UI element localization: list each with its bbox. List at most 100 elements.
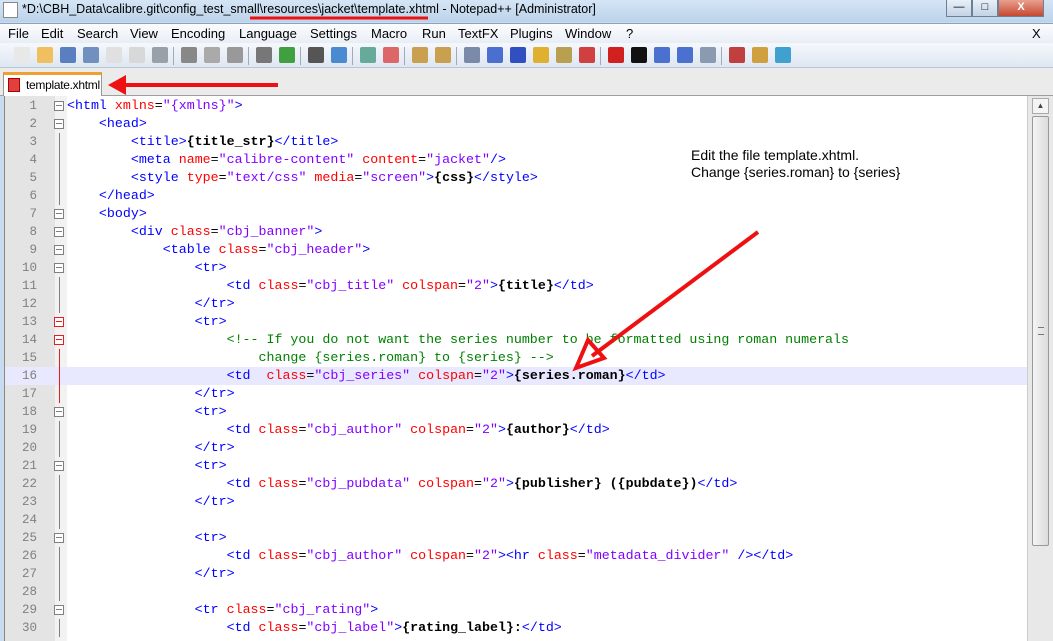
- close-all-icon[interactable]: [129, 47, 145, 63]
- sync-vertical-icon[interactable]: [412, 47, 428, 63]
- code-line[interactable]: 2 <head>: [5, 115, 1027, 133]
- tab-template-xhtml[interactable]: template.xhtml: [3, 72, 102, 96]
- print-icon[interactable]: [152, 47, 168, 63]
- save-all-icon[interactable]: [83, 47, 99, 63]
- code-line[interactable]: 15 change {series.roman} to {series} -->: [5, 349, 1027, 367]
- fold-toggle-icon[interactable]: [54, 263, 64, 273]
- code-line[interactable]: 10 <tr>: [5, 259, 1027, 277]
- menu-help[interactable]: ?: [626, 26, 633, 41]
- fold-line: [59, 367, 60, 385]
- code-line[interactable]: 20 </tr>: [5, 439, 1027, 457]
- paste-icon[interactable]: [227, 47, 243, 63]
- save-icon[interactable]: [60, 47, 76, 63]
- code-line[interactable]: 30 <td class="cbj_label">{rating_label}:…: [5, 619, 1027, 637]
- user-defined-lang-icon[interactable]: [533, 47, 549, 63]
- spell-check-folder-icon[interactable]: [752, 47, 768, 63]
- menu-settings[interactable]: Settings: [310, 26, 357, 41]
- fold-toggle-icon[interactable]: [54, 317, 64, 327]
- code-line[interactable]: 19 <td class="cbj_author" colspan="2">{a…: [5, 421, 1027, 439]
- code-line[interactable]: 7 <body>: [5, 205, 1027, 223]
- menu-textfx[interactable]: TextFX: [458, 26, 498, 41]
- token-attr: class: [250, 368, 307, 383]
- code-line[interactable]: 25 <tr>: [5, 529, 1027, 547]
- stop-record-icon[interactable]: [631, 47, 647, 63]
- scrollbar-thumb[interactable]: [1032, 116, 1049, 546]
- fold-toggle-icon[interactable]: [54, 407, 64, 417]
- code-line[interactable]: 24: [5, 511, 1027, 529]
- undo-icon[interactable]: [256, 47, 272, 63]
- code-line[interactable]: 8 <div class="cbj_banner">: [5, 223, 1027, 241]
- menu-window[interactable]: Window: [565, 26, 611, 41]
- menu-view[interactable]: View: [130, 26, 158, 41]
- scroll-up-arrow-icon[interactable]: ▲: [1032, 98, 1049, 114]
- fold-toggle-icon[interactable]: [54, 101, 64, 111]
- menu-edit[interactable]: Edit: [41, 26, 63, 41]
- auto-spell-check-icon[interactable]: [775, 47, 791, 63]
- code-line[interactable]: 1 <html xmlns="{xmlns}">: [5, 97, 1027, 115]
- code-line[interactable]: 11 <td class="cbj_title" colspan="2">{ti…: [5, 277, 1027, 295]
- map-icon[interactable]: [556, 47, 572, 63]
- menu-macro[interactable]: Macro: [371, 26, 407, 41]
- minimize-button[interactable]: —: [946, 0, 972, 17]
- menu-file[interactable]: File: [8, 26, 29, 41]
- redo-icon[interactable]: [279, 47, 295, 63]
- spell-check-icon[interactable]: [729, 47, 745, 63]
- code-line[interactable]: 28: [5, 583, 1027, 601]
- code-line[interactable]: 23 </tr>: [5, 493, 1027, 511]
- code-line[interactable]: 6 </head>: [5, 187, 1027, 205]
- show-all-chars-icon[interactable]: [487, 47, 503, 63]
- line-number: 30: [21, 621, 37, 635]
- word-wrap-icon[interactable]: [464, 47, 480, 63]
- code-line[interactable]: 16 <td class="cbj_series" colspan="2">{s…: [5, 367, 1027, 385]
- code-line[interactable]: 26 <td class="cbj_author" colspan="2"><h…: [5, 547, 1027, 565]
- new-file-icon[interactable]: [14, 47, 30, 63]
- token-attr: class: [250, 422, 299, 437]
- replace-icon[interactable]: [331, 47, 347, 63]
- fold-toggle-icon[interactable]: [54, 227, 64, 237]
- code-line[interactable]: 12 </tr>: [5, 295, 1027, 313]
- fold-toggle-icon[interactable]: [54, 119, 64, 129]
- menu-run[interactable]: Run: [422, 26, 446, 41]
- code-line[interactable]: 27 </tr>: [5, 565, 1027, 583]
- copy-icon[interactable]: [204, 47, 220, 63]
- menu-plugins[interactable]: Plugins: [510, 26, 553, 41]
- code-line[interactable]: 21 <tr>: [5, 457, 1027, 475]
- record-macro-icon[interactable]: [608, 47, 624, 63]
- code-line[interactable]: 22 <td class="cbj_pubdata" colspan="2">{…: [5, 475, 1027, 493]
- fold-toggle-icon[interactable]: [54, 209, 64, 219]
- fold-toggle-icon[interactable]: [54, 461, 64, 471]
- save-macro-icon[interactable]: [700, 47, 716, 63]
- vertical-scrollbar[interactable]: ▲: [1027, 96, 1053, 641]
- fold-toggle-icon[interactable]: [54, 245, 64, 255]
- run-macro-multiple-icon[interactable]: [677, 47, 693, 63]
- token-tag: <tr>: [194, 530, 227, 545]
- find-icon[interactable]: [308, 47, 324, 63]
- code-line[interactable]: 18 <tr>: [5, 403, 1027, 421]
- menu-encoding[interactable]: Encoding: [171, 26, 225, 41]
- close-document-button[interactable]: X: [1032, 26, 1041, 41]
- zoom-in-icon[interactable]: [360, 47, 376, 63]
- maximize-button[interactable]: □: [972, 0, 998, 17]
- menu-search[interactable]: Search: [77, 26, 118, 41]
- close-icon[interactable]: [106, 47, 122, 63]
- fold-toggle-icon[interactable]: [54, 335, 64, 345]
- sync-horizontal-icon[interactable]: [435, 47, 451, 63]
- function-list-icon[interactable]: [579, 47, 595, 63]
- code-line[interactable]: 9 <table class="cbj_header">: [5, 241, 1027, 259]
- fold-toggle-icon[interactable]: [54, 533, 64, 543]
- code-line[interactable]: 29 <tr class="cbj_rating">: [5, 601, 1027, 619]
- code-line[interactable]: 17 </tr>: [5, 385, 1027, 403]
- cut-icon[interactable]: [181, 47, 197, 63]
- play-macro-icon[interactable]: [654, 47, 670, 63]
- indent-guide-icon[interactable]: [510, 47, 526, 63]
- token-text: {title}: [497, 278, 554, 293]
- open-file-icon[interactable]: [37, 47, 53, 63]
- code-line[interactable]: 13 <tr>: [5, 313, 1027, 331]
- close-window-button[interactable]: X: [998, 0, 1044, 17]
- zoom-out-icon[interactable]: [383, 47, 399, 63]
- menu-language[interactable]: Language: [239, 26, 297, 41]
- fold-toggle-icon[interactable]: [54, 605, 64, 615]
- code-line[interactable]: 14 <!-- If you do not want the series nu…: [5, 331, 1027, 349]
- token-tag: <tr>: [194, 314, 227, 329]
